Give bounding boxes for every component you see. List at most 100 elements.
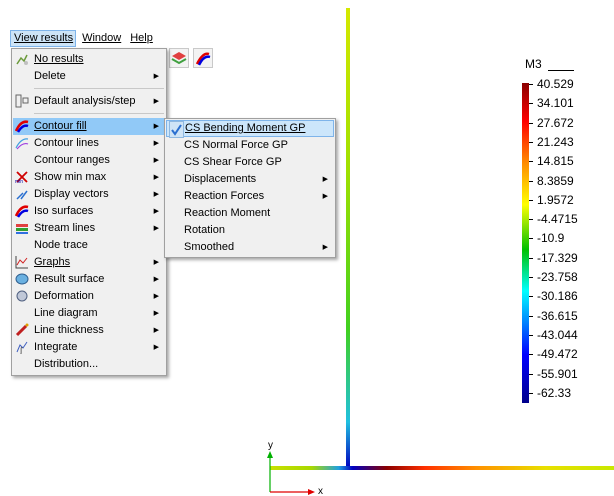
menu-separator <box>34 88 164 89</box>
x-axis-arrowhead <box>308 489 315 495</box>
menu-item-distribution[interactable]: Distribution... <box>13 356 165 373</box>
contour-fill-icon <box>14 119 29 133</box>
layers-icon[interactable] <box>169 48 189 68</box>
legend-value: 34.101 <box>537 96 574 111</box>
legend-tick <box>529 354 533 356</box>
legend-tick <box>529 122 533 124</box>
menu-separator <box>34 113 164 114</box>
legend-tick <box>529 180 533 182</box>
submenu-arrow-icon: ▶ <box>153 344 159 351</box>
result-surface-icon <box>15 272 29 286</box>
submenu-arrow-icon: ▶ <box>153 310 159 317</box>
legend-value: 8.3859 <box>537 173 574 188</box>
menu-item-line-diagram[interactable]: Line diagram ▶ <box>13 305 165 322</box>
stream-lines-icon <box>15 221 29 235</box>
vectors-icon <box>15 187 29 201</box>
submenu-item-reaction-moment[interactable]: Reaction Moment <box>166 205 334 222</box>
checkmark-icon <box>169 121 184 138</box>
iso-surfaces-icon <box>14 204 29 218</box>
legend-tick <box>529 199 533 201</box>
menu-item-contour-ranges[interactable]: Contour ranges ▶ <box>13 152 165 169</box>
submenu-arrow-icon: ▶ <box>153 157 159 164</box>
legend-tick <box>529 161 533 163</box>
menu-item-contour-lines[interactable]: Contour lines ▶ <box>13 135 165 152</box>
submenu-item-cs-normal-force[interactable]: CS Normal Force GP <box>166 137 334 154</box>
legend-tick <box>529 315 533 317</box>
min-max-icon: min <box>15 170 29 185</box>
color-bar <box>522 83 529 403</box>
contour-fill-toolbar-icon[interactable] <box>193 48 213 68</box>
integrate-icon: ∫ <box>15 340 29 355</box>
submenu-arrow-icon: ▶ <box>153 174 159 181</box>
legend-value: 40.529 <box>537 77 574 91</box>
menu-item-node-trace[interactable]: Node trace <box>13 237 165 254</box>
legend-tick <box>529 257 533 259</box>
menu-item-contour-fill[interactable]: Contour fill ▶ <box>13 118 165 135</box>
y-axis-label: y <box>268 440 273 451</box>
legend-value: 21.243 <box>537 134 574 149</box>
submenu-item-rotation[interactable]: Rotation <box>166 222 334 239</box>
legend-tick <box>529 296 533 298</box>
menu-item-graphs[interactable]: Graphs ▶ <box>13 254 165 271</box>
submenu-arrow-icon: ▶ <box>153 98 159 105</box>
legend-value: -43.044 <box>537 327 578 342</box>
submenu-arrow-icon: ▶ <box>153 225 159 232</box>
line-thickness-icon <box>15 323 29 337</box>
submenu-arrow-icon: ▶ <box>322 244 328 251</box>
legend-value: 27.672 <box>537 115 574 130</box>
legend-tick <box>529 334 533 336</box>
view-results-menu: No results Delete ▶ Default analysis/step… <box>11 48 167 376</box>
horizontal-beam <box>270 466 614 470</box>
submenu-item-smoothed[interactable]: Smoothed ▶ <box>166 239 334 256</box>
submenu-arrow-icon: ▶ <box>322 193 328 200</box>
menu-item-deformation[interactable]: Deformation ▶ <box>13 288 165 305</box>
submenu-arrow-icon: ▶ <box>153 276 159 283</box>
contour-fill-submenu: CS Bending Moment GP CS Normal Force GP … <box>164 118 336 258</box>
submenu-item-displacements[interactable]: Displacements ▶ <box>166 171 334 188</box>
submenu-item-reaction-forces[interactable]: Reaction Forces ▶ <box>166 188 334 205</box>
menu-item-show-min-max[interactable]: min Show min max ▶ <box>13 169 165 186</box>
legend-title: M3 <box>525 57 542 71</box>
legend-value: -10.9 <box>537 231 565 246</box>
legend-tick <box>529 392 533 394</box>
menu-item-delete[interactable]: Delete ▶ <box>13 68 165 85</box>
menu-item-line-thickness[interactable]: Line thickness ▶ <box>13 322 165 339</box>
legend-value: -36.615 <box>537 308 578 323</box>
analysis-step-icon <box>15 94 29 108</box>
legend-value: -62.33 <box>537 385 572 400</box>
menu-item-display-vectors[interactable]: Display vectors ▶ <box>13 186 165 203</box>
submenu-item-cs-bending-moment[interactable]: CS Bending Moment GP <box>166 120 334 138</box>
legend-value: -30.186 <box>537 289 578 304</box>
menu-help[interactable]: Help <box>126 30 156 47</box>
menu-window[interactable]: Window <box>78 30 124 47</box>
x-axis-label: x <box>318 486 323 496</box>
legend-title-underline <box>548 70 574 71</box>
submenu-item-cs-shear-force[interactable]: CS Shear Force GP <box>166 154 334 171</box>
submenu-arrow-icon: ▶ <box>153 293 159 300</box>
menu-item-default-analysis[interactable]: Default analysis/step ▶ <box>13 93 165 110</box>
menu-view-results[interactable]: View results <box>10 30 77 47</box>
menu-item-iso-surfaces[interactable]: Iso surfaces ▶ <box>13 203 165 220</box>
submenu-arrow-icon: ▶ <box>153 73 159 80</box>
submenu-arrow-icon: ▶ <box>153 140 159 147</box>
legend-tick <box>529 238 533 240</box>
vertical-beam <box>346 8 350 468</box>
legend-tick <box>529 277 533 278</box>
legend-tick <box>529 84 533 85</box>
legend-value: -55.901 <box>537 366 578 381</box>
svg-text:min: min <box>15 179 23 184</box>
legend-value: 14.815 <box>537 154 574 169</box>
menu-item-integrate[interactable]: ∫ Integrate ▶ <box>13 339 165 356</box>
deformation-icon <box>15 289 29 303</box>
menu-item-result-surface[interactable]: Result surface ▶ <box>13 271 165 288</box>
menu-item-stream-lines[interactable]: Stream lines ▶ <box>13 220 165 237</box>
contour-lines-icon <box>15 136 29 150</box>
submenu-arrow-icon: ▶ <box>153 208 159 215</box>
submenu-arrow-icon: ▶ <box>153 123 159 130</box>
legend-tick <box>529 219 533 221</box>
legend-tick <box>529 141 533 143</box>
graphs-icon <box>15 255 29 269</box>
submenu-arrow-icon: ▶ <box>153 259 159 266</box>
menu-item-no-results[interactable]: No results <box>13 51 165 68</box>
legend-tick <box>529 103 533 105</box>
